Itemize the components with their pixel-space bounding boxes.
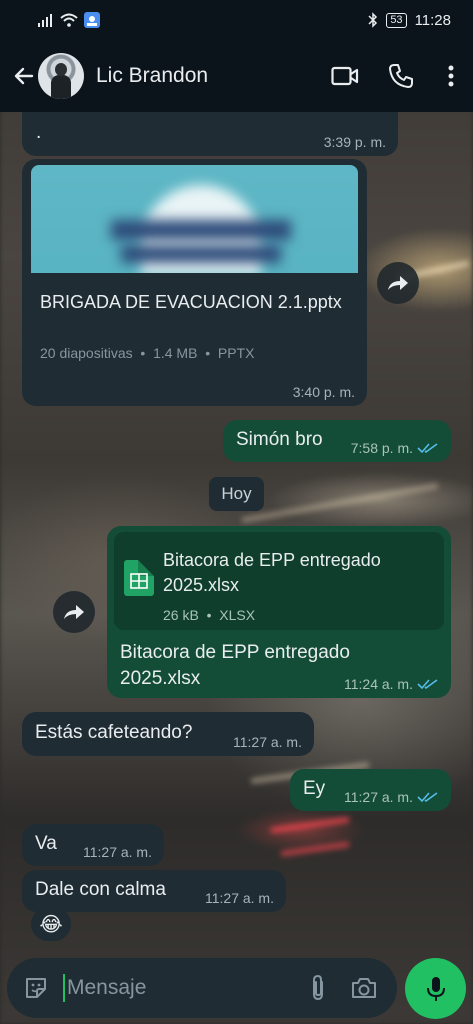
message-time: 11:27 a. m. [232,734,302,750]
voice-message-button[interactable] [405,958,466,1019]
bluetooth-icon [368,12,378,28]
camera-button[interactable] [341,965,387,1011]
message-time: 11:27 a. m. [204,890,274,906]
message-time: 7:58 p. m. [351,440,439,456]
overflow-menu-button[interactable] [429,48,473,104]
video-call-button[interactable] [317,48,373,104]
message-bubble-incoming[interactable]: Va 11:27 a. m. [22,824,164,866]
message-time: 3:39 p. m. [323,134,386,150]
message-time-text: 11:27 a. m. [343,789,413,805]
forward-icon [64,605,84,619]
message-text: Estás cafeteando? [35,722,193,743]
forward-button[interactable] [377,262,419,304]
video-camera-icon [331,66,359,86]
message-bubble-outgoing[interactable]: Simón bro 7:58 p. m. [223,420,451,462]
message-time-text: 11:24 a. m. [343,676,413,692]
contact-name[interactable]: Lic Brandon [96,64,208,88]
message-time: 11:27 a. m. [344,789,439,805]
message-bubble-outgoing-file[interactable]: Bitacora de EPP entregado 2025.xlsx 26 k… [107,526,451,698]
message-time: 11:27 a. m. [82,844,152,860]
voice-call-button[interactable] [373,48,429,104]
microphone-icon [426,976,445,1001]
message-time-text: 7:58 p. m. [350,440,413,456]
back-arrow-icon [14,67,34,85]
message-text: Va [35,833,57,854]
message-input[interactable] [63,974,283,1002]
message-bubble-incoming[interactable]: Estás cafeteando? 11:27 a. m. [22,712,314,756]
message-composer [7,958,397,1018]
file-thumbnail [31,165,358,273]
status-time: 11:28 [414,11,451,29]
message-time: 3:40 p. m. [292,384,355,400]
file-name: BRIGADA DE EVACUACION 2.1.pptx [40,292,342,312]
read-receipt-icon [417,679,438,690]
message-bubble-incoming[interactable]: Dale con calma 11:27 a. m. [22,870,286,912]
camera-icon [352,978,376,998]
sticker-icon [26,978,46,998]
notification-app-icon [84,12,100,28]
file-meta: 26 kB • XLSX [163,607,256,623]
back-button[interactable] [6,58,42,94]
phone-icon [389,64,413,88]
wifi-icon [60,13,78,27]
message-text: Ey [303,778,326,799]
read-receipt-icon [417,792,438,803]
forward-icon [388,276,408,290]
message-reaction[interactable]: 😂 [31,907,71,941]
file-name: Bitacora de EPP entregado 2025.xlsx [163,550,381,595]
document-preview[interactable]: Bitacora de EPP entregado 2025.xlsx 26 k… [114,532,444,630]
sticker-button[interactable] [13,965,59,1011]
contact-avatar[interactable] [38,53,84,99]
message-time: 11:24 a. m. [344,676,439,692]
signal-icon [38,14,52,27]
message-text: Simón bro [236,429,323,450]
message-text: . [36,122,42,143]
message-bubble-outgoing[interactable]: Ey 11:27 a. m. [290,769,451,811]
battery-indicator: 53 [386,12,407,28]
attach-button[interactable] [295,965,341,1011]
spreadsheet-icon [124,560,154,596]
status-bar: 53 11:28 [0,0,473,40]
file-meta: 20 diapositivas • 1.4 MB • PPTX [40,345,255,361]
message-bubble-incoming-file[interactable]: BRIGADA DE EVACUACION 2.1.pptx 20 diapos… [22,159,367,406]
message-bubble-incoming[interactable]: . 3:39 p. m. [22,112,398,156]
read-receipt-icon [417,443,438,454]
message-text: Dale con calma [35,879,166,900]
chat-header: Lic Brandon [0,40,473,112]
date-divider: Hoy [209,477,264,511]
more-vertical-icon [448,65,454,87]
forward-button[interactable] [53,591,95,633]
paperclip-icon [313,974,323,1001]
